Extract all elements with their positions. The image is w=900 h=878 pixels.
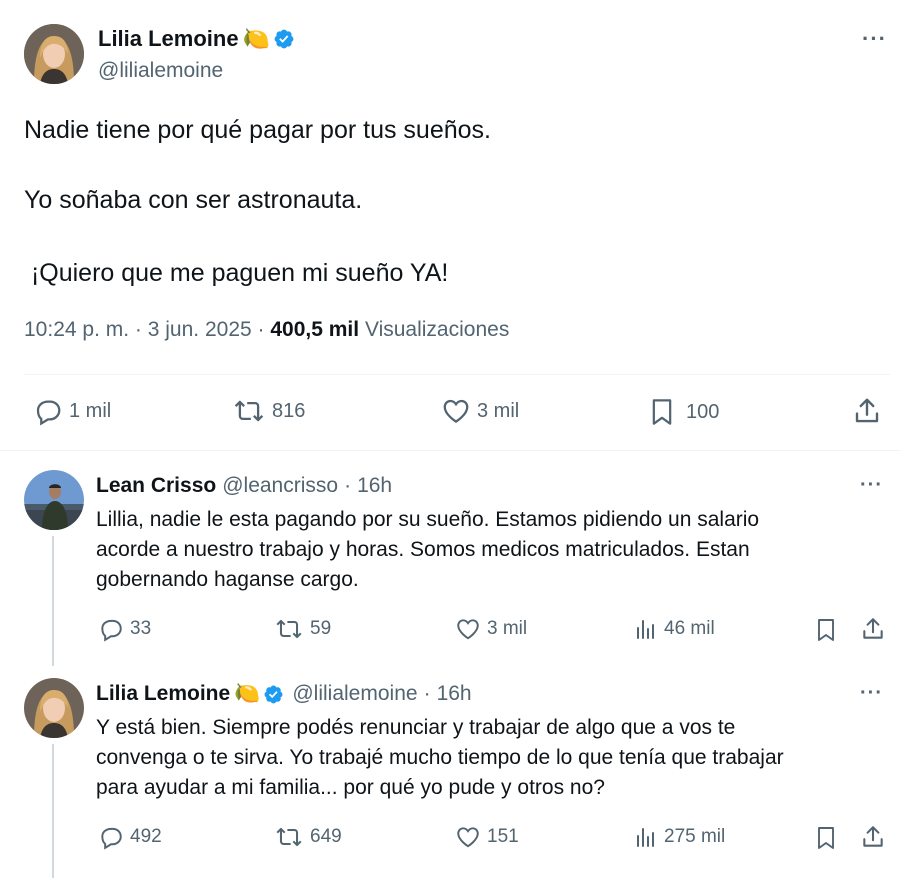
- views-label: Visualizaciones: [364, 318, 510, 341]
- like-icon: [441, 396, 471, 426]
- separator-dot: ·: [134, 318, 142, 341]
- reply-2-repost-count: 649: [310, 826, 342, 847]
- reply-1-author-handle[interactable]: @leancrisso: [222, 474, 338, 498]
- tweet-text-line-2: Yo soñaba con ser astronauta.: [24, 186, 363, 214]
- thread-line: [52, 536, 54, 666]
- reply-1-bookmark-button[interactable]: [814, 616, 838, 644]
- views-icon: [634, 824, 658, 850]
- reply-2-text-line-1: Y está bien. Siempre podés renunciar y t…: [96, 716, 736, 739]
- bookmark-icon: [814, 616, 838, 644]
- repost-icon: [274, 824, 304, 850]
- verified-badge-icon: [273, 28, 295, 50]
- reply-1-views-button[interactable]: 46 mil: [634, 616, 715, 642]
- separator-dot: ·: [344, 474, 352, 497]
- repost-button[interactable]: 816: [232, 396, 305, 426]
- reply-1-share-button[interactable]: [860, 616, 886, 642]
- reply-icon: [98, 824, 124, 850]
- divider-top: [24, 374, 890, 375]
- bookmark-icon: [648, 396, 676, 428]
- more-icon[interactable]: ···: [860, 475, 883, 495]
- reply-2-views-count: 275 mil: [664, 826, 726, 847]
- separator-dot: ·: [423, 682, 431, 705]
- thread-line: [52, 744, 54, 878]
- reply-icon: [33, 396, 63, 426]
- separator-dot: ·: [257, 318, 265, 341]
- reply-2-text-line-2: convenga o te sirva. Yo trabajé mucho ti…: [96, 746, 784, 769]
- tweet-metadata: 10:24 p. m. · 3 jun. 2025 · 400,5 mil Vi…: [24, 318, 509, 342]
- reply-2-author-handle[interactable]: @lilialemoine: [292, 682, 417, 706]
- reply-1-text-line-1: Lillia, nadie le esta pagando por su sue…: [96, 508, 760, 531]
- share-icon: [852, 396, 882, 426]
- reply-count: 1 mil: [69, 399, 112, 422]
- main-author-handle[interactable]: @lilialemoine: [98, 59, 223, 83]
- reply-1-text-line-2: acorde a nuestro trabajo y horas. Somos …: [96, 538, 750, 561]
- divider-bottom: [0, 450, 900, 451]
- share-icon: [860, 824, 886, 850]
- main-author-name[interactable]: Lilia Lemoine: [98, 26, 239, 52]
- reply-icon: [98, 616, 124, 642]
- bookmark-count: 100: [686, 400, 720, 423]
- reply-1-reply-count: 33: [130, 618, 152, 639]
- reply-2-repost-button[interactable]: 649: [274, 824, 342, 850]
- reply-1-like-count: 3 mil: [487, 618, 528, 639]
- share-icon: [860, 616, 886, 642]
- tweet-text-line-3: ¡Quiero que me paguen mi sueño YA!: [24, 259, 449, 287]
- reply-2-share-button[interactable]: [860, 824, 886, 850]
- avatar-lilia-reply[interactable]: [24, 678, 84, 738]
- reply-2-bookmark-button[interactable]: [814, 824, 838, 852]
- views-count: 400,5 mil: [270, 318, 360, 341]
- reply-2-time[interactable]: 16h: [437, 682, 472, 706]
- tweet-text-line-1: Nadie tiene por qué pagar por tus sueños…: [24, 116, 491, 144]
- like-icon: [455, 824, 481, 850]
- verified-badge-icon: [263, 684, 284, 705]
- reply-button[interactable]: 1 mil: [33, 396, 111, 426]
- more-icon[interactable]: ···: [860, 683, 883, 703]
- reply-1-like-button[interactable]: 3 mil: [455, 616, 527, 642]
- repost-icon: [274, 616, 304, 642]
- reply-2-reply-count: 492: [130, 826, 162, 847]
- tweet-date[interactable]: 3 jun. 2025: [148, 318, 252, 341]
- reply-2-like-button[interactable]: 151: [455, 824, 519, 850]
- reply-1-views-count: 46 mil: [664, 618, 715, 639]
- more-icon[interactable]: ···: [862, 28, 887, 50]
- reply-2-views-button[interactable]: 275 mil: [634, 824, 725, 850]
- repost-count: 816: [272, 399, 306, 422]
- reply-2-author-line: Lilia Lemoine 🍋 @lilialemoine · 16h: [96, 682, 472, 706]
- main-author-line: Lilia Lemoine 🍋: [98, 26, 295, 52]
- avatar-lean-crisso[interactable]: [24, 470, 84, 530]
- views-icon: [634, 616, 658, 642]
- reply-1-author-name[interactable]: Lean Crisso: [96, 474, 216, 498]
- lemon-emoji-icon: 🍋: [234, 682, 261, 705]
- bookmark-icon: [814, 824, 838, 852]
- reply-1-repost-count: 59: [310, 618, 332, 639]
- avatar-lilia-main[interactable]: [24, 24, 84, 84]
- reply-2-author-name[interactable]: Lilia Lemoine: [96, 682, 230, 706]
- like-icon: [455, 616, 481, 642]
- tweet-time[interactable]: 10:24 p. m.: [24, 318, 129, 341]
- repost-icon: [232, 396, 266, 426]
- reply-2-text-line-3: para ayudar a mi familia... por qué yo p…: [96, 776, 605, 799]
- reply-1-author-line: Lean Crisso @leancrisso · 16h: [96, 474, 392, 498]
- reply-1-text-line-3: gobernando haganse cargo.: [96, 568, 359, 591]
- bookmark-button[interactable]: 100: [648, 396, 719, 428]
- share-button[interactable]: [852, 396, 882, 426]
- reply-1-repost-button[interactable]: 59: [274, 616, 331, 642]
- lemon-emoji-icon: 🍋: [242, 26, 270, 51]
- reply-2-like-count: 151: [487, 826, 519, 847]
- like-button[interactable]: 3 mil: [441, 396, 519, 426]
- reply-1-time[interactable]: 16h: [357, 474, 392, 498]
- like-count: 3 mil: [477, 399, 520, 422]
- reply-1-reply-button[interactable]: 33: [98, 616, 151, 642]
- reply-2-reply-button[interactable]: 492: [98, 824, 162, 850]
